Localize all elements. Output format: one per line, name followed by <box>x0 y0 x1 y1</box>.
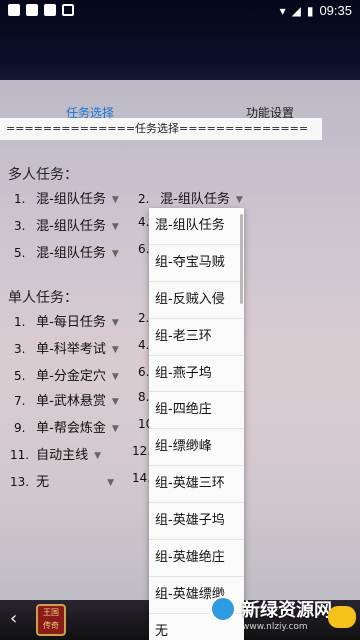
row-number: 11. <box>10 448 30 462</box>
popup-scrollbar[interactable] <box>240 214 243 304</box>
dropdown-option[interactable]: 组-英雄三环 <box>149 466 244 504</box>
single-select-12[interactable]: 12. <box>132 444 152 464</box>
row-number: 5. <box>14 246 26 260</box>
select-value: 混-组队任务 <box>36 219 106 234</box>
single-task-heading: 单人任务： <box>8 290 78 306</box>
row-number: 1. <box>14 192 26 206</box>
status-time: 09:35 <box>319 3 352 18</box>
dropdown-option[interactable]: 组-缥缈峰 <box>149 429 244 467</box>
status-left-icons <box>8 4 74 16</box>
watermark-badge <box>328 606 356 628</box>
status-right: ▾ ◢ ▮ 09:35 <box>280 3 352 18</box>
app-icon-text: 王国 <box>43 608 59 617</box>
watermark-url: www.nlziy.com <box>242 622 308 632</box>
watermark: 新绿资源网 www.nlziy.com <box>208 590 360 640</box>
watermark-logo-icon <box>210 596 236 622</box>
photo-icon <box>8 4 20 16</box>
single-select-9[interactable]: 9. 单-帮会炼金 ▼ <box>14 417 119 437</box>
battery-icon: ▮ <box>306 3 314 18</box>
select-value: 单-武林悬赏 <box>36 394 106 409</box>
wifi-icon: ▾ <box>279 3 286 18</box>
dropdown-option[interactable]: 组-英雄子坞 <box>149 503 244 541</box>
app-icon-text: 传奇 <box>43 621 59 630</box>
row-number: 13. <box>10 475 30 489</box>
single-select-11[interactable]: 11. 自动主线 ▼ <box>10 444 101 464</box>
dropdown-option[interactable]: 组-反贼入侵 <box>149 282 244 319</box>
watermark-text: 新绿资源网 <box>242 600 332 621</box>
caret-down-icon: ▼ <box>111 424 119 434</box>
select-value: 单-帮会炼金 <box>36 421 106 436</box>
caret-down-icon: ▼ <box>111 345 119 355</box>
row-number: 7. <box>14 394 26 408</box>
multi-task-heading: 多人任务： <box>8 167 78 183</box>
square-icon <box>44 4 56 16</box>
app-icon[interactable]: 王国 传奇 <box>36 604 66 636</box>
caret-down-icon: ▼ <box>111 397 119 407</box>
dropdown-option[interactable]: 组-燕子坞 <box>149 356 244 393</box>
single-select-1[interactable]: 1. 单-每日任务 ▼ <box>14 311 119 331</box>
select-value: 混-组队任务 <box>36 192 106 207</box>
select-value: 混-组队任务 <box>160 192 230 207</box>
multi-select-3[interactable]: 3. 混-组队任务 ▼ <box>14 215 119 235</box>
multi-select-1[interactable]: 1. 混-组队任务 ▼ <box>14 188 119 208</box>
single-select-7[interactable]: 7. 单-武林悬赏 ▼ <box>14 390 119 410</box>
select-value: 混-组队任务 <box>36 246 106 261</box>
row-number: 9. <box>14 421 26 435</box>
select-value: 无 <box>36 475 50 490</box>
single-select-3[interactable]: 3. 单-科举考试 ▼ <box>14 338 119 358</box>
multi-select-2[interactable]: 2. 混-组队任务 ▼ <box>138 188 243 208</box>
caret-down-icon: ▼ <box>111 249 119 259</box>
single-select-13[interactable]: 13. 无 ▼ <box>10 471 114 491</box>
dropdown-option[interactable]: 组-英雄绝庄 <box>149 540 244 577</box>
multi-select-5[interactable]: 5. 混-组队任务 ▼ <box>14 242 119 262</box>
caret-down-icon: ▼ <box>111 372 119 382</box>
row-number: 14. <box>132 471 152 485</box>
section-title: ==============任务选择============== <box>0 118 322 140</box>
apps-icon <box>62 4 74 16</box>
select-value: 自动主线 <box>36 448 89 463</box>
caret-down-icon: ▼ <box>111 318 119 328</box>
select-value: 单-分金定穴 <box>36 369 106 384</box>
dropdown-option[interactable]: 组-老三环 <box>149 319 244 356</box>
row-number: 1. <box>14 315 26 329</box>
select-value: 单-科举考试 <box>36 342 106 357</box>
task-dropdown-popup: 混-组队任务 组-夺宝马贼 组-反贼入侵 组-老三环 组-燕子坞 组-四绝庄 组… <box>149 208 244 640</box>
single-select-5[interactable]: 5. 单-分金定穴 ▼ <box>14 365 119 385</box>
signal-icon: ◢ <box>291 3 301 18</box>
status-bar: ▾ ◢ ▮ 09:35 <box>0 0 360 22</box>
caret-down-icon: ▼ <box>94 451 102 461</box>
row-number: 3. <box>14 342 26 356</box>
square-icon <box>26 4 38 16</box>
single-select-14[interactable]: 14. <box>132 471 152 491</box>
dropdown-option[interactable]: 混-组队任务 <box>149 208 244 245</box>
dropdown-option[interactable]: 组-四绝庄 <box>149 392 244 430</box>
select-value: 单-每日任务 <box>36 315 106 330</box>
caret-down-icon: ▼ <box>107 478 115 488</box>
caret-down-icon: ▼ <box>111 222 119 232</box>
row-number: 12. <box>132 444 152 458</box>
row-number: 5. <box>14 369 26 383</box>
caret-down-icon: ▼ <box>235 195 243 205</box>
row-number: 3. <box>14 219 26 233</box>
row-number: 2. <box>138 192 150 206</box>
back-arrow-icon[interactable]: ‹ <box>10 608 26 630</box>
caret-down-icon: ▼ <box>111 195 119 205</box>
dropdown-option[interactable]: 组-夺宝马贼 <box>149 245 244 282</box>
